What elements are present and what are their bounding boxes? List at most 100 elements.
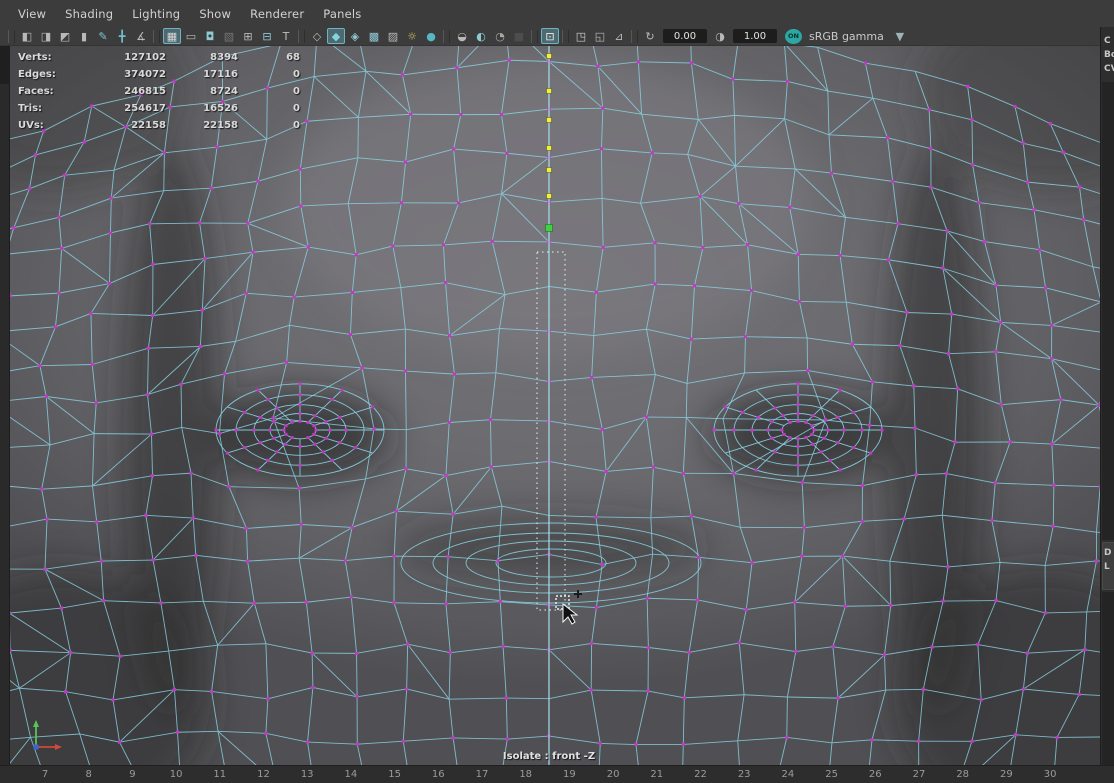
contrast-icon[interactable]: ◑: [711, 28, 729, 44]
gamma-field[interactable]: 1.00: [733, 29, 777, 43]
isolate-status-label: Isolate : front -Z: [469, 751, 629, 762]
hud-cell: 0: [238, 86, 300, 97]
hud-cell: 22158: [166, 120, 238, 131]
safe-action-icon[interactable]: ⊟: [258, 28, 276, 44]
menu-renderer[interactable]: Renderer: [250, 7, 304, 21]
viewport-toolbar: ◧◨◩▮✎╋∡ ▦▭◘▧⊞⊟T ◇◆◈▩▨☼● ◒◐◔■ ⊡ ◳◱⊿ ↻ 0.00 ◑ 1.00 O…: [0, 27, 1114, 46]
hud-cell: Tris:: [18, 103, 76, 114]
exposure-icon[interactable]: ↻: [641, 28, 659, 44]
shaded-cube-icon[interactable]: ◆: [327, 28, 345, 44]
film-gate-icon[interactable]: ▭: [182, 28, 200, 44]
menu-show[interactable]: Show: [199, 7, 231, 21]
toolbar-separator: [443, 30, 450, 43]
mouse-cursor: [556, 590, 582, 624]
ao-icon[interactable]: ◐: [472, 28, 490, 44]
hud-cell: 0: [238, 103, 300, 114]
bookmark-icon[interactable]: ▮: [75, 28, 93, 44]
toolbar-separator: [8, 30, 15, 43]
grease-pencil-icon[interactable]: ✎: [94, 28, 112, 44]
right-panel-fragment: C: [1104, 36, 1111, 46]
panel-menubar: View Shading Lighting Show Renderer Panels: [0, 0, 1114, 27]
colorspace-label[interactable]: sRGB gamma: [809, 30, 884, 43]
camera-lock-icon[interactable]: ◨: [37, 28, 55, 44]
hud-cell: 16526: [166, 103, 238, 114]
subset-isolate-icon[interactable]: ◱: [591, 28, 609, 44]
timeline-tick-11: 11: [213, 769, 226, 780]
timeline-tick-30: 30: [1044, 769, 1057, 780]
hud-cell: 127102: [76, 52, 166, 63]
timeline-tick-25: 25: [825, 769, 838, 780]
image-plane-icon[interactable]: ■: [510, 28, 528, 44]
shadows-icon[interactable]: ◒: [453, 28, 471, 44]
menu-view[interactable]: View: [18, 7, 46, 21]
time-slider[interactable]: 7891011121314151617181920212223242526272…: [0, 765, 1114, 783]
timeline-tick-10: 10: [170, 769, 183, 780]
timeline-tick-18: 18: [519, 769, 532, 780]
grid-button[interactable]: ▦: [163, 28, 181, 44]
hud-row-verts: Verts:127102839468: [18, 49, 300, 66]
3d-viewport[interactable]: Verts:127102839468Edges:374072171160Face…: [0, 46, 1114, 765]
exposure-field[interactable]: 0.00: [663, 29, 707, 43]
timeline-tick-26: 26: [869, 769, 882, 780]
hud-cell: Faces:: [18, 86, 76, 97]
lights-icon[interactable]: ☼: [403, 28, 421, 44]
timeline-tick-20: 20: [607, 769, 620, 780]
right-panel-fragment: CV: [1104, 64, 1114, 74]
motion-blur-icon[interactable]: ◔: [491, 28, 509, 44]
hud-cell: 22158: [76, 120, 166, 131]
timeline-tick-7: 7: [42, 769, 48, 780]
viewport-clip-group: [0, 46, 1114, 765]
color-management-toggle[interactable]: ON: [785, 29, 802, 44]
selection-highlight-icon[interactable]: ⊡: [541, 28, 559, 44]
move-tool-icon[interactable]: ╋: [113, 28, 131, 44]
timeline-tick-15: 15: [388, 769, 401, 780]
timeline-tick-24: 24: [782, 769, 795, 780]
isolate-select-icon[interactable]: ◳: [572, 28, 590, 44]
timeline-tick-12: 12: [257, 769, 270, 780]
field-chart-icon[interactable]: ⊞: [239, 28, 257, 44]
timeline-tick-8: 8: [86, 769, 92, 780]
menu-lighting[interactable]: Lighting: [132, 7, 180, 21]
toolbar-separator: [562, 30, 569, 43]
right-panel-block: [1102, 592, 1114, 783]
maya-viewport-window: View Shading Lighting Show Renderer Panels ◧◨…: [0, 0, 1114, 783]
timeline-tick-29: 29: [1000, 769, 1013, 780]
wireframe-mesh-canvas[interactable]: [0, 46, 1114, 765]
sphere-icon[interactable]: ●: [422, 28, 440, 44]
hud-cell: 0: [238, 120, 300, 131]
hud-row-uvs: UVs:22158221580: [18, 117, 300, 134]
hud-cell: 246815: [76, 86, 166, 97]
camera-icon[interactable]: ◧: [18, 28, 36, 44]
measure-tool-icon[interactable]: ∡: [132, 28, 150, 44]
timeline-tick-23: 23: [738, 769, 751, 780]
timeline-tick-22: 22: [694, 769, 707, 780]
toolbar-separator: [153, 30, 160, 43]
toolbar-separator: [298, 30, 305, 43]
wireframe-on-shaded-icon[interactable]: ◈: [346, 28, 364, 44]
hud-cell: 68: [238, 52, 300, 63]
right-panel-edge: CBoCVDL: [1100, 27, 1114, 783]
textured-icon[interactable]: ▩: [365, 28, 383, 44]
left-panel-notch: [0, 46, 10, 84]
timeline-tick-27: 27: [913, 769, 926, 780]
camera-settings-icon[interactable]: ◩: [56, 28, 74, 44]
checker-icon[interactable]: ▨: [384, 28, 402, 44]
timeline-tick-16: 16: [432, 769, 445, 780]
wireframe-cube-icon[interactable]: ◇: [308, 28, 326, 44]
gate-mask-icon[interactable]: ▧: [220, 28, 238, 44]
hud-row-edges: Edges:374072171160: [18, 66, 300, 83]
timeline-tick-14: 14: [345, 769, 358, 780]
zoom-region-icon[interactable]: ⊿: [610, 28, 628, 44]
hud-cell: 17116: [166, 69, 238, 80]
right-panel-fragment: Bo: [1104, 50, 1114, 60]
right-panel-fragment: D: [1104, 548, 1111, 558]
colorspace-dropdown-arrow[interactable]: ▼: [891, 28, 909, 44]
hud-cell: 0: [238, 69, 300, 80]
resolution-gate-icon[interactable]: ◘: [201, 28, 219, 44]
hud-cell: Edges:: [18, 69, 76, 80]
menu-panels[interactable]: Panels: [323, 7, 361, 21]
menu-shading[interactable]: Shading: [65, 7, 113, 21]
poly-count-hud: Verts:127102839468Edges:374072171160Face…: [18, 49, 300, 134]
safe-title-icon[interactable]: T: [277, 28, 295, 44]
hud-row-faces: Faces:24681587240: [18, 83, 300, 100]
